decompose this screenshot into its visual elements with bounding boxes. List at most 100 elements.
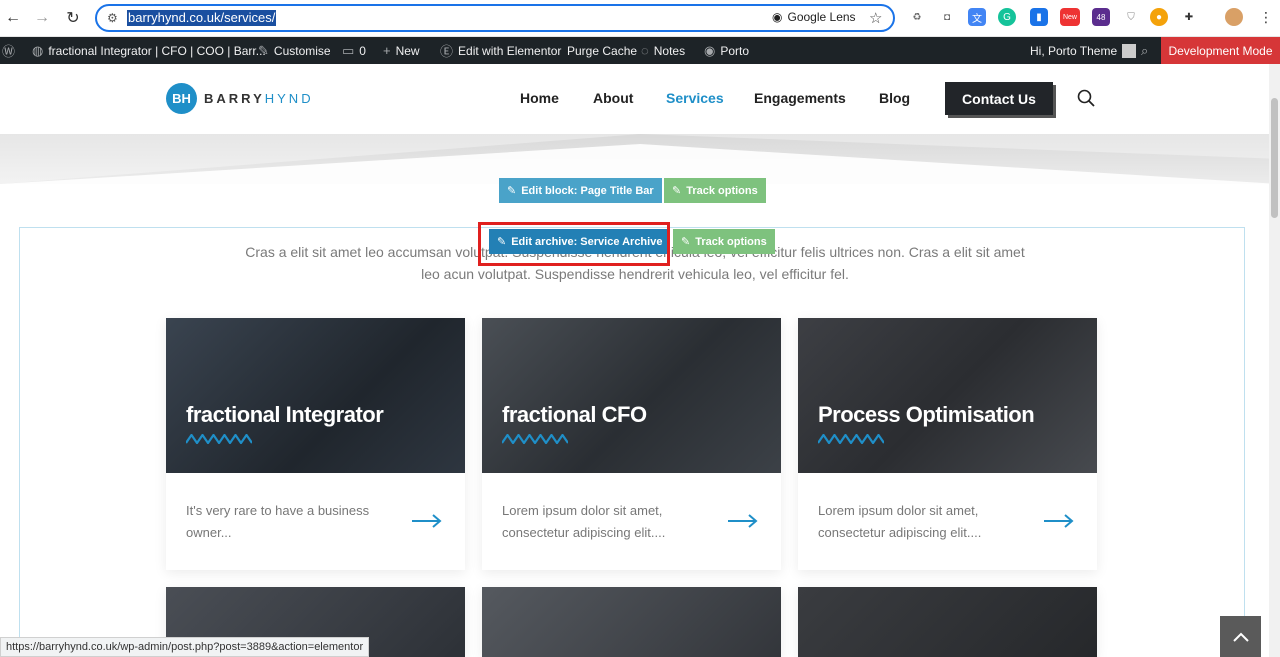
wp-site-title[interactable]: ◍ fractional Integrator | CFO | COO | Ba… bbox=[32, 37, 266, 64]
card-title[interactable]: fractional CFO bbox=[502, 402, 647, 428]
service-card[interactable]: Process Optimisation Lorem ipsum dolor s… bbox=[798, 318, 1097, 570]
new-label: New bbox=[395, 43, 420, 58]
bookmark-star-icon[interactable]: ☆ bbox=[869, 9, 882, 27]
contact-us-button[interactable]: Contact Us bbox=[945, 82, 1053, 115]
card-image bbox=[482, 318, 781, 473]
logo-text-hynd: HYND bbox=[264, 91, 314, 106]
nav-engagements[interactable]: Engagements bbox=[754, 90, 846, 106]
wp-new[interactable]: + New bbox=[383, 37, 420, 64]
card-title[interactable]: Process Optimisation bbox=[818, 402, 1035, 428]
service-card[interactable] bbox=[482, 587, 781, 657]
nav-about[interactable]: About bbox=[593, 90, 633, 106]
scroll-to-top-button[interactable] bbox=[1220, 616, 1261, 657]
elementor-icon: Ⓔ bbox=[440, 44, 454, 59]
reload-icon[interactable]: ↻ bbox=[62, 7, 84, 29]
page-scrollbar[interactable] bbox=[1269, 64, 1280, 657]
address-bar[interactable]: ⚙ barryhynd.co.uk/services/ ◉ Google Len… bbox=[95, 4, 895, 32]
logo-mark: BH bbox=[166, 83, 197, 114]
back-icon[interactable]: ← bbox=[2, 7, 24, 29]
card-title[interactable]: fractional Integrator bbox=[186, 402, 384, 428]
site-info-icon[interactable]: ⚙ bbox=[107, 11, 118, 25]
porto-label: Porto bbox=[720, 43, 750, 58]
docs-extension-icon[interactable]: ▮ bbox=[1030, 8, 1048, 26]
notes-icon: ◌ bbox=[641, 43, 649, 58]
service-card[interactable]: fractional CFO Lorem ipsum dolor sit ame… bbox=[482, 318, 781, 570]
camera-extension-icon[interactable]: ◘ bbox=[938, 8, 956, 26]
red-highlight-annotation bbox=[478, 222, 670, 266]
track-options-badge[interactable]: ✎ Track options bbox=[664, 178, 766, 203]
color-extension-icon[interactable]: ● bbox=[1150, 8, 1168, 26]
dev-mode-badge[interactable]: Development Mode bbox=[1161, 37, 1280, 64]
card-image bbox=[798, 318, 1097, 473]
nav-services[interactable]: Services bbox=[666, 90, 724, 106]
track-options-badge-2[interactable]: ✎ Track options bbox=[673, 229, 775, 254]
nav-home[interactable]: Home bbox=[520, 90, 559, 106]
wave-divider-icon bbox=[502, 434, 568, 444]
title-band-shape bbox=[0, 134, 1280, 184]
new-badge: New bbox=[1062, 13, 1077, 21]
wp-porto[interactable]: ◉ Porto bbox=[704, 37, 749, 64]
brush-icon: ✎ bbox=[258, 42, 269, 58]
arrow-right-icon[interactable] bbox=[728, 514, 758, 528]
arrow-right-icon[interactable] bbox=[1044, 514, 1074, 528]
plus-icon: + bbox=[383, 43, 391, 58]
status-bar-url: https://barryhynd.co.uk/wp-admin/post.ph… bbox=[0, 637, 370, 657]
greeting-label: Hi, Porto Theme bbox=[1030, 43, 1118, 58]
comments-count: 0 bbox=[359, 43, 366, 58]
pencil-icon: ✎ bbox=[681, 236, 691, 248]
site-header: BH BARRYHYND Home About Services Engagem… bbox=[0, 64, 1280, 134]
purge-label: Purge Cache bbox=[567, 43, 638, 58]
lens-label: Google Lens bbox=[787, 10, 856, 24]
pencil-icon: ✎ bbox=[507, 185, 517, 197]
card-image bbox=[166, 318, 465, 473]
arrow-right-icon[interactable] bbox=[412, 514, 442, 528]
wp-purge-cache[interactable]: Purge Cache bbox=[567, 37, 637, 64]
wave-divider-icon bbox=[186, 434, 252, 444]
lens-icon: ◉ bbox=[772, 10, 783, 24]
service-card[interactable]: fractional Integrator It's very rare to … bbox=[166, 318, 465, 570]
comment-icon: ▭ bbox=[342, 42, 355, 58]
count-badge: 48 bbox=[1096, 12, 1106, 22]
site-logo[interactable]: BH BARRYHYND bbox=[166, 83, 314, 114]
logo-text-barry: BARRY bbox=[204, 91, 265, 106]
pencil-icon: ✎ bbox=[672, 185, 682, 197]
search-icon[interactable] bbox=[1077, 89, 1095, 107]
wordpress-logo-icon[interactable]: Ⓦ bbox=[2, 37, 15, 64]
wp-comments[interactable]: ▭ 0 bbox=[342, 37, 366, 64]
menu-kebab-icon[interactable]: ⋮ bbox=[1257, 8, 1275, 26]
count-extension-icon[interactable]: 48 bbox=[1092, 8, 1110, 26]
grammarly-extension-icon[interactable]: G bbox=[998, 8, 1016, 26]
url-text[interactable]: barryhynd.co.uk/services/ bbox=[127, 10, 277, 26]
new-extension-icon[interactable]: New bbox=[1060, 8, 1080, 26]
profile-avatar[interactable] bbox=[1225, 8, 1243, 26]
service-card[interactable] bbox=[798, 587, 1097, 657]
notes-label: Notes bbox=[653, 43, 686, 58]
edit-block-label: Edit block: Page Title Bar bbox=[521, 184, 654, 197]
card-description: Lorem ipsum dolor sit amet, consectetur … bbox=[502, 503, 666, 540]
recycle-extension-icon[interactable]: ♻ bbox=[908, 8, 926, 26]
nav-blog[interactable]: Blog bbox=[879, 90, 910, 106]
wp-admin-bar: Ⓦ ◍ fractional Integrator | CFO | COO | … bbox=[0, 37, 1280, 64]
google-lens-button[interactable]: ◉ Google Lens bbox=[772, 10, 856, 24]
wp-edit-elementor[interactable]: Ⓔ Edit with Elementor bbox=[440, 37, 561, 64]
elementor-label: Edit with Elementor bbox=[458, 43, 562, 58]
wp-customise[interactable]: ✎ Customise bbox=[258, 37, 331, 64]
chevron-up-icon bbox=[1232, 632, 1249, 642]
translate-extension-icon[interactable]: 文 bbox=[968, 8, 986, 26]
user-avatar bbox=[1122, 43, 1137, 58]
scrollbar-thumb[interactable] bbox=[1271, 98, 1278, 218]
wp-notes[interactable]: ◌ Notes bbox=[641, 37, 685, 64]
puzzle-extensions-icon[interactable]: ✚ bbox=[1180, 8, 1198, 26]
card-description: It's very rare to have a business owner.… bbox=[186, 503, 370, 540]
page-title-bar bbox=[0, 134, 1280, 184]
site-title-label: fractional Integrator | CFO | COO | Barr… bbox=[48, 43, 266, 58]
customise-label: Customise bbox=[273, 43, 331, 58]
logo-text: BARRYHYND bbox=[204, 91, 314, 106]
forward-icon[interactable]: → bbox=[31, 7, 53, 29]
shield-extension-icon[interactable]: ⛉ bbox=[1122, 8, 1140, 26]
browser-toolbar: ← → ↻ ⚙ barryhynd.co.uk/services/ ◉ Goog… bbox=[0, 0, 1280, 37]
wp-user-greeting[interactable]: Hi, Porto Theme bbox=[1030, 37, 1137, 64]
porto-icon: ◉ bbox=[704, 42, 716, 58]
edit-block-badge[interactable]: ✎ Edit block: Page Title Bar bbox=[499, 178, 662, 203]
wp-search-icon[interactable]: ⌕ bbox=[1141, 37, 1148, 64]
